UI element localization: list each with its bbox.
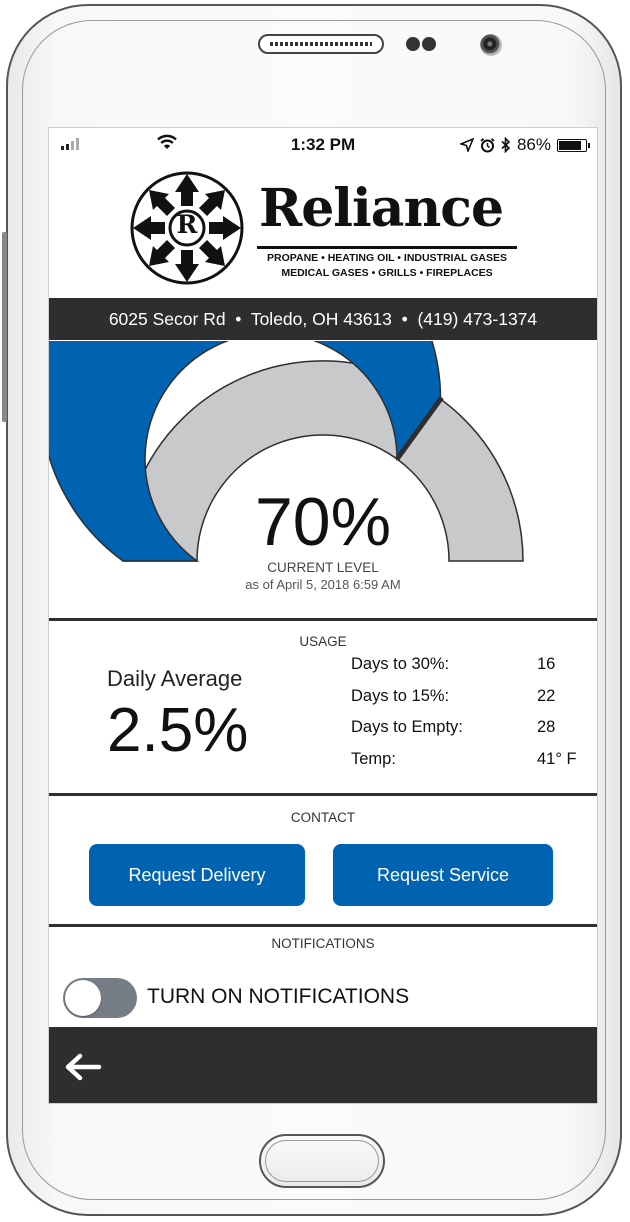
notifications-title: NOTIFICATIONS	[271, 936, 375, 951]
gauge-timestamp: as of April 5, 2018 6:59 AM	[245, 577, 401, 592]
light-sensor	[422, 37, 436, 51]
stat-row: Days to Empty: 28	[351, 712, 587, 744]
stat-value: 28	[537, 718, 556, 736]
address-bar: 6025 Secor Rd • Toledo, OH 43613 • (419)…	[49, 298, 597, 340]
address-text: 6025 Secor Rd • Toledo, OH 43613 • (419)…	[108, 308, 538, 329]
stat-row: Temp: 41° F	[351, 744, 587, 776]
stat-value: 22	[537, 686, 556, 705]
gauge-caption: CURRENT LEVEL	[267, 560, 379, 575]
logo-emblem-letter: R	[176, 210, 198, 239]
arrow-left-icon[interactable]	[65, 1053, 103, 1081]
section-divider	[49, 793, 597, 796]
battery-percent: 86%	[516, 135, 551, 154]
daily-average-value: 2.5%	[107, 696, 249, 765]
usage-stats: Days to 30%: 16 Days to 15%: 22 Days to …	[351, 649, 587, 775]
stat-label: Days to 15%:	[351, 686, 450, 705]
stat-row: Days to 15%: 22	[351, 681, 587, 713]
stat-label: Temp:	[351, 749, 396, 768]
stat-row: Days to 30%: 16	[351, 649, 587, 681]
app-screen: 1:32 PM 86% R Reliance PROPANE • HEATING…	[48, 127, 598, 1104]
notifications-toggle-label[interactable]: TURN ON NOTIFICATIONS	[147, 985, 409, 1009]
status-bar: 1:32 PM 86%	[49, 128, 597, 160]
stat-value: 41° F	[537, 749, 577, 768]
section-divider	[49, 618, 597, 621]
home-button[interactable]	[259, 1134, 385, 1188]
stat-label: Days to Empty:	[351, 718, 463, 736]
proximity-sensor	[406, 37, 420, 51]
location-arrow-icon	[459, 138, 474, 152]
usage-title: USAGE	[299, 634, 347, 649]
section-divider	[49, 924, 597, 927]
logo-tagline-2: MEDICAL GASES • GRILLS • FIREPLACES	[281, 267, 493, 279]
gauge-percent: 70%	[254, 484, 392, 560]
earpiece-speaker	[258, 34, 384, 54]
front-camera	[480, 34, 502, 56]
status-right: 86%	[459, 135, 590, 155]
stat-label: Days to 30%:	[351, 655, 450, 673]
battery-icon	[557, 138, 590, 152]
toggle-knob	[65, 980, 101, 1016]
tank-level-gauge: 70% CURRENT LEVEL as of April 5, 2018 6:…	[49, 341, 597, 617]
logo-wordmark: Reliance	[259, 178, 504, 239]
contact-title: CONTACT	[290, 810, 356, 825]
notifications-toggle[interactable]	[63, 978, 137, 1018]
request-delivery-button[interactable]: Request Delivery	[89, 844, 305, 906]
volume-button	[2, 232, 7, 422]
daily-average-label: Daily Average	[107, 666, 243, 691]
stat-value: 16	[537, 655, 556, 673]
reliance-logo: R Reliance PROPANE • HEATING OIL • INDUS…	[125, 168, 525, 288]
request-service-button[interactable]: Request Service	[333, 844, 553, 906]
logo-rule	[257, 246, 517, 249]
alarm-icon	[480, 137, 495, 152]
bottom-nav-bar	[49, 1027, 597, 1103]
bluetooth-icon	[501, 137, 511, 153]
logo-tagline-1: PROPANE • HEATING OIL • INDUSTRIAL GASES	[267, 252, 507, 264]
